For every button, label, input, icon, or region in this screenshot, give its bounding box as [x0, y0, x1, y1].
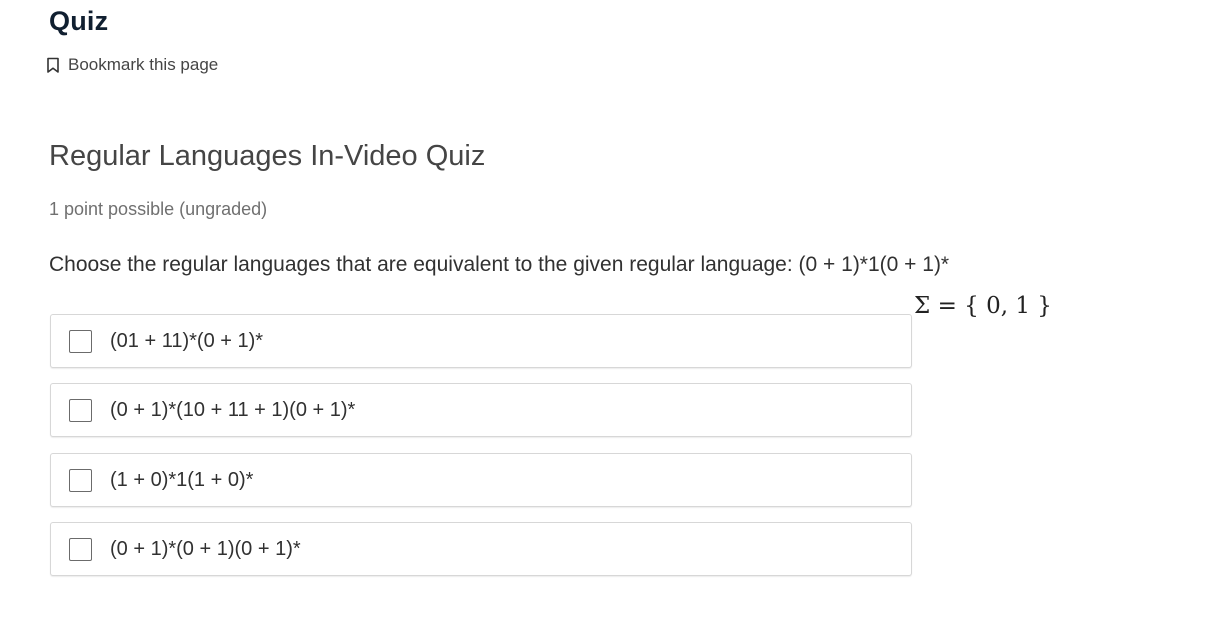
option-label: (0 + 1)*(0 + 1)(0 + 1)*	[110, 537, 301, 560]
bookmark-label: Bookmark this page	[68, 55, 219, 74]
page-title: Quiz	[49, 6, 109, 36]
bookmark-icon	[44, 56, 62, 74]
question-prompt: Choose the regular languages that are eq…	[49, 253, 950, 276]
checkbox[interactable]	[69, 329, 92, 353]
quiz-page: Quiz Bookmark this page Regular Language…	[0, 0, 1213, 621]
option-label: (1 + 0)*1(1 + 0)*	[110, 468, 254, 491]
points-possible: 1 point possible (ungraded)	[49, 199, 268, 219]
bookmark-button[interactable]: Bookmark this page	[44, 55, 218, 75]
option-label: (01 + 11)*(0 + 1)*	[110, 329, 264, 352]
alphabet-definition: Σ = { 0, 1 }	[914, 293, 1052, 319]
checkbox[interactable]	[69, 537, 92, 561]
option-label: (0 + 1)*(10 + 11 + 1)(0 + 1)*	[110, 398, 356, 421]
problem-title: Regular Languages In-Video Quiz	[49, 140, 486, 172]
checkbox[interactable]	[69, 398, 92, 422]
answer-option-3[interactable]: (1 + 0)*1(1 + 0)*	[50, 453, 912, 507]
answer-option-4[interactable]: (0 + 1)*(0 + 1)(0 + 1)*	[50, 522, 912, 576]
answer-option-2[interactable]: (0 + 1)*(10 + 11 + 1)(0 + 1)*	[50, 383, 912, 437]
checkbox[interactable]	[69, 468, 92, 492]
answer-option-1[interactable]: (01 + 11)*(0 + 1)*	[50, 314, 912, 368]
